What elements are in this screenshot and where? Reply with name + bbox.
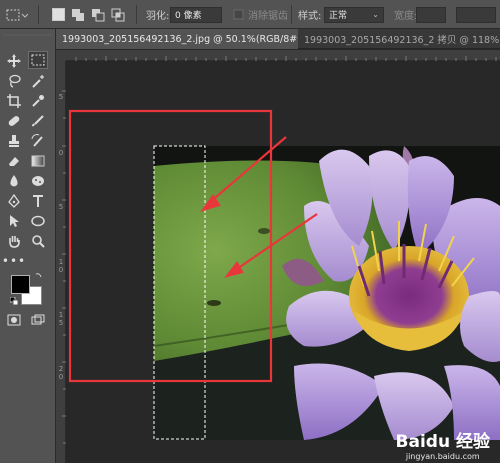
magic-wand-icon [32,75,44,88]
eyedropper-tool[interactable] [28,92,48,110]
style-select[interactable]: 正常 ⌄ [324,6,384,23]
ruler-ticks [75,56,497,61]
tab-label: 1993003_205156492136_2.jpg @ 50.1%(RGB/8… [62,33,298,45]
lasso-icon [9,74,21,88]
swap-colors-icon[interactable] [35,271,43,279]
droplet-icon [10,175,18,187]
history-brush-tool[interactable] [28,132,48,150]
clone-stamp-tool[interactable] [4,132,24,150]
quick-mask-button[interactable] [4,311,24,329]
sponge-icon [32,176,44,186]
dodge-tool[interactable] [28,172,48,190]
move-icon [7,54,21,68]
lasso-tool[interactable] [4,72,24,90]
subtract-selection-button[interactable] [91,0,106,29]
feather-label: 羽化: [146,11,170,22]
eyedropper-icon [32,95,44,107]
width-input[interactable] [416,6,446,23]
style-value: 正常 [329,11,348,21]
antialias-checkbox[interactable] [233,9,245,21]
feather-input[interactable]: 0 像素 [170,6,222,23]
new-selection-button[interactable] [52,0,65,29]
zoom-tool[interactable] [28,232,48,250]
height-input[interactable] [456,6,496,23]
antialias-label: 消除锯齿 [248,11,288,22]
default-colors-icon[interactable] [10,297,19,306]
style-label: 样式: [298,11,322,22]
crop-tool[interactable] [4,92,24,110]
tools-panel: ••• [0,29,56,463]
intersect-selection-button[interactable] [111,0,126,29]
move-tool[interactable] [4,52,24,70]
subtract-from-selection-icon [92,8,105,21]
pen-icon [8,194,20,208]
screen-mode-button[interactable] [28,311,48,329]
chevron-down-icon: ⌄ [372,10,379,19]
gradient-tool[interactable] [28,152,48,170]
intersect-selection-icon [111,8,125,21]
add-selection-button[interactable] [71,0,86,29]
watermark-url: jingyan.baidu.com [405,452,480,461]
add-to-selection-icon [72,8,84,21]
hand-icon [9,236,20,248]
width-label: 宽度: [394,11,418,22]
bandage-icon [8,116,20,126]
path-selection-tool[interactable] [4,212,24,230]
more-icon: ••• [1,254,27,268]
blur-tool[interactable] [4,172,24,190]
gradient-icon [31,155,45,167]
ruler-ticks [62,90,66,444]
brush-icon [32,115,44,127]
new-selection-icon [52,8,65,21]
options-bar: 羽化: 0 像素 消除锯齿 样式: 正常 ⌄ 宽度: [0,0,500,29]
type-tool[interactable] [28,192,48,210]
ellipse-tool[interactable] [28,212,48,230]
type-icon [33,195,43,207]
pen-tool[interactable] [4,192,24,210]
tab-document-1[interactable]: 1993003_205156492136_2.jpg @ 50.1%(RGB/8… [56,29,298,49]
ruler-corner [56,50,66,61]
eraser-tool[interactable] [4,152,24,170]
water-lily-photo [154,146,500,440]
document-tabs: 1993003_205156492136_2.jpg @ 50.1%(RGB/8… [56,29,500,49]
brush-tool[interactable] [28,112,48,130]
rectangular-marquee-icon [31,54,45,66]
horizontal-ruler[interactable] [66,50,500,61]
edit-toolbar-button[interactable]: ••• [1,252,27,270]
antialias-checkbox-wrap[interactable]: 消除锯齿 [233,0,288,29]
ellipse-icon [31,215,45,227]
foreground-color-swatch[interactable] [11,275,30,294]
magic-wand-tool[interactable] [28,72,48,90]
arrow-cursor-icon [10,215,19,227]
eraser-icon [9,157,19,166]
screen-mode-icon [31,314,45,325]
tool-preset-picker[interactable] [6,0,28,29]
crop-icon [7,94,21,108]
rectangular-marquee-tool[interactable] [28,51,48,69]
healing-brush-tool[interactable] [4,112,24,130]
baidu-jingyan-watermark: Baidu 经验 jingyan.baidu.com [396,427,490,461]
watermark-brand: Baidu 经验 [395,432,490,452]
marquee-preset-icon [6,9,28,20]
tab-document-2[interactable]: 1993003_205156492136_2 拷贝 @ 118%(RGB [298,29,500,49]
hand-tool[interactable] [4,232,24,250]
history-brush-icon [31,134,43,147]
vertical-ruler[interactable]: 5 0 5 1 0 1 5 2 0 [56,61,66,463]
panel-grip-icon [4,34,52,36]
zoom-icon [32,235,45,248]
quick-mask-icon [7,314,21,326]
tab-label: 1993003_205156492136_2 拷贝 @ 118%(RGB [304,35,500,46]
stamp-icon [9,135,19,147]
